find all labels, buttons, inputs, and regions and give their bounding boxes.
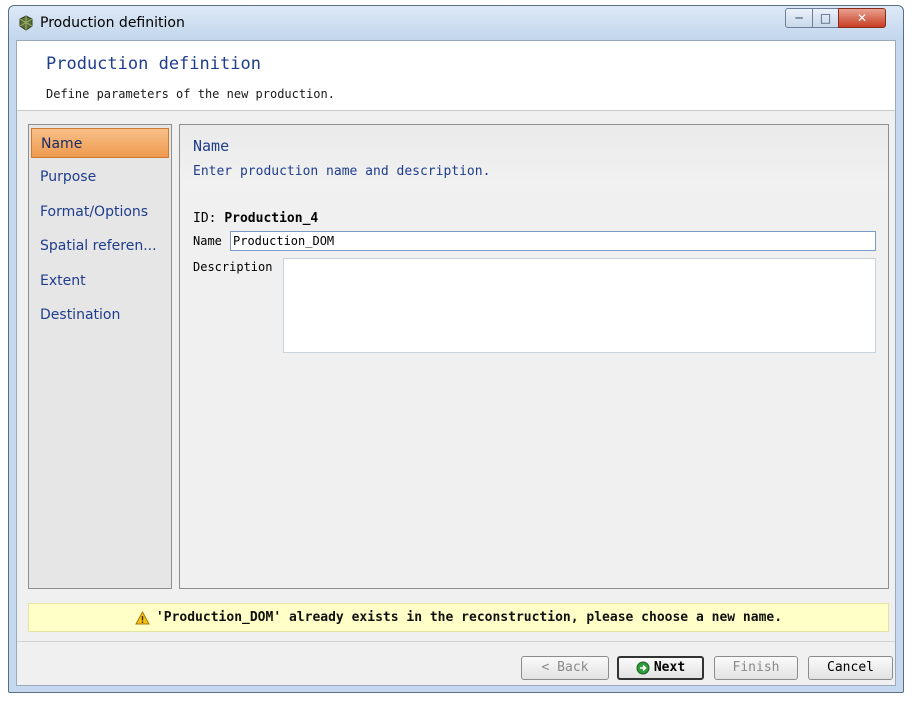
finish-button[interactable]: Finish	[714, 656, 798, 680]
maximize-button[interactable]: □	[812, 8, 839, 28]
step-format-options[interactable]: Format/Options	[31, 197, 169, 227]
wizard-step-list: Name Purpose Format/Options Spatial refe…	[28, 124, 172, 589]
close-button[interactable]: ✕	[838, 8, 886, 28]
close-icon: ✕	[856, 11, 868, 25]
id-value: Production_4	[224, 211, 319, 226]
minimize-button[interactable]: ─	[785, 8, 813, 28]
description-label: Description	[193, 260, 273, 274]
wizard-header: Production definition Define parameters …	[17, 41, 895, 111]
step-destination[interactable]: Destination	[31, 300, 169, 330]
dialog-window: Production definition ─ □ ✕ Production d…	[8, 5, 904, 693]
id-label: ID:	[193, 211, 217, 226]
step-subtitle: Enter production name and description.	[193, 164, 491, 179]
page-subtitle: Define parameters of the new production.	[46, 87, 335, 101]
minimize-icon: ─	[795, 11, 803, 25]
next-button[interactable]: Next	[617, 656, 704, 680]
warning-message-bar: 'Production_DOM' already exists in the r…	[28, 603, 889, 632]
dialog-client-area: Production definition Define parameters …	[16, 40, 896, 686]
name-label: Name	[193, 234, 222, 248]
maximize-icon: □	[819, 11, 832, 25]
app-icon	[19, 15, 33, 31]
step-name[interactable]: Name	[31, 128, 169, 158]
step-extent[interactable]: Extent	[31, 266, 169, 296]
step-title: Name	[193, 137, 230, 155]
warning-icon	[135, 610, 150, 624]
description-input[interactable]	[283, 258, 876, 353]
step-panel: Name Enter production name and descripti…	[179, 124, 889, 589]
page-title: Production definition	[46, 54, 261, 74]
warning-text: 'Production_DOM' already exists in the r…	[155, 610, 783, 625]
back-button[interactable]: < Back	[521, 656, 609, 680]
footer-divider	[17, 641, 895, 642]
title-bar[interactable]: Production definition ─ □ ✕	[9, 6, 903, 40]
step-purpose[interactable]: Purpose	[31, 162, 169, 192]
step-spatial-reference[interactable]: Spatial referen...	[31, 231, 169, 261]
name-input[interactable]: Production_DOM	[230, 231, 876, 251]
step-header: Name Enter production name and descripti…	[180, 125, 888, 185]
production-id: ID: Production_4	[193, 211, 318, 226]
next-arrow-icon	[636, 661, 650, 674]
window-title: Production definition	[40, 15, 185, 31]
cancel-button[interactable]: Cancel	[808, 656, 893, 680]
next-label: Next	[653, 660, 686, 675]
